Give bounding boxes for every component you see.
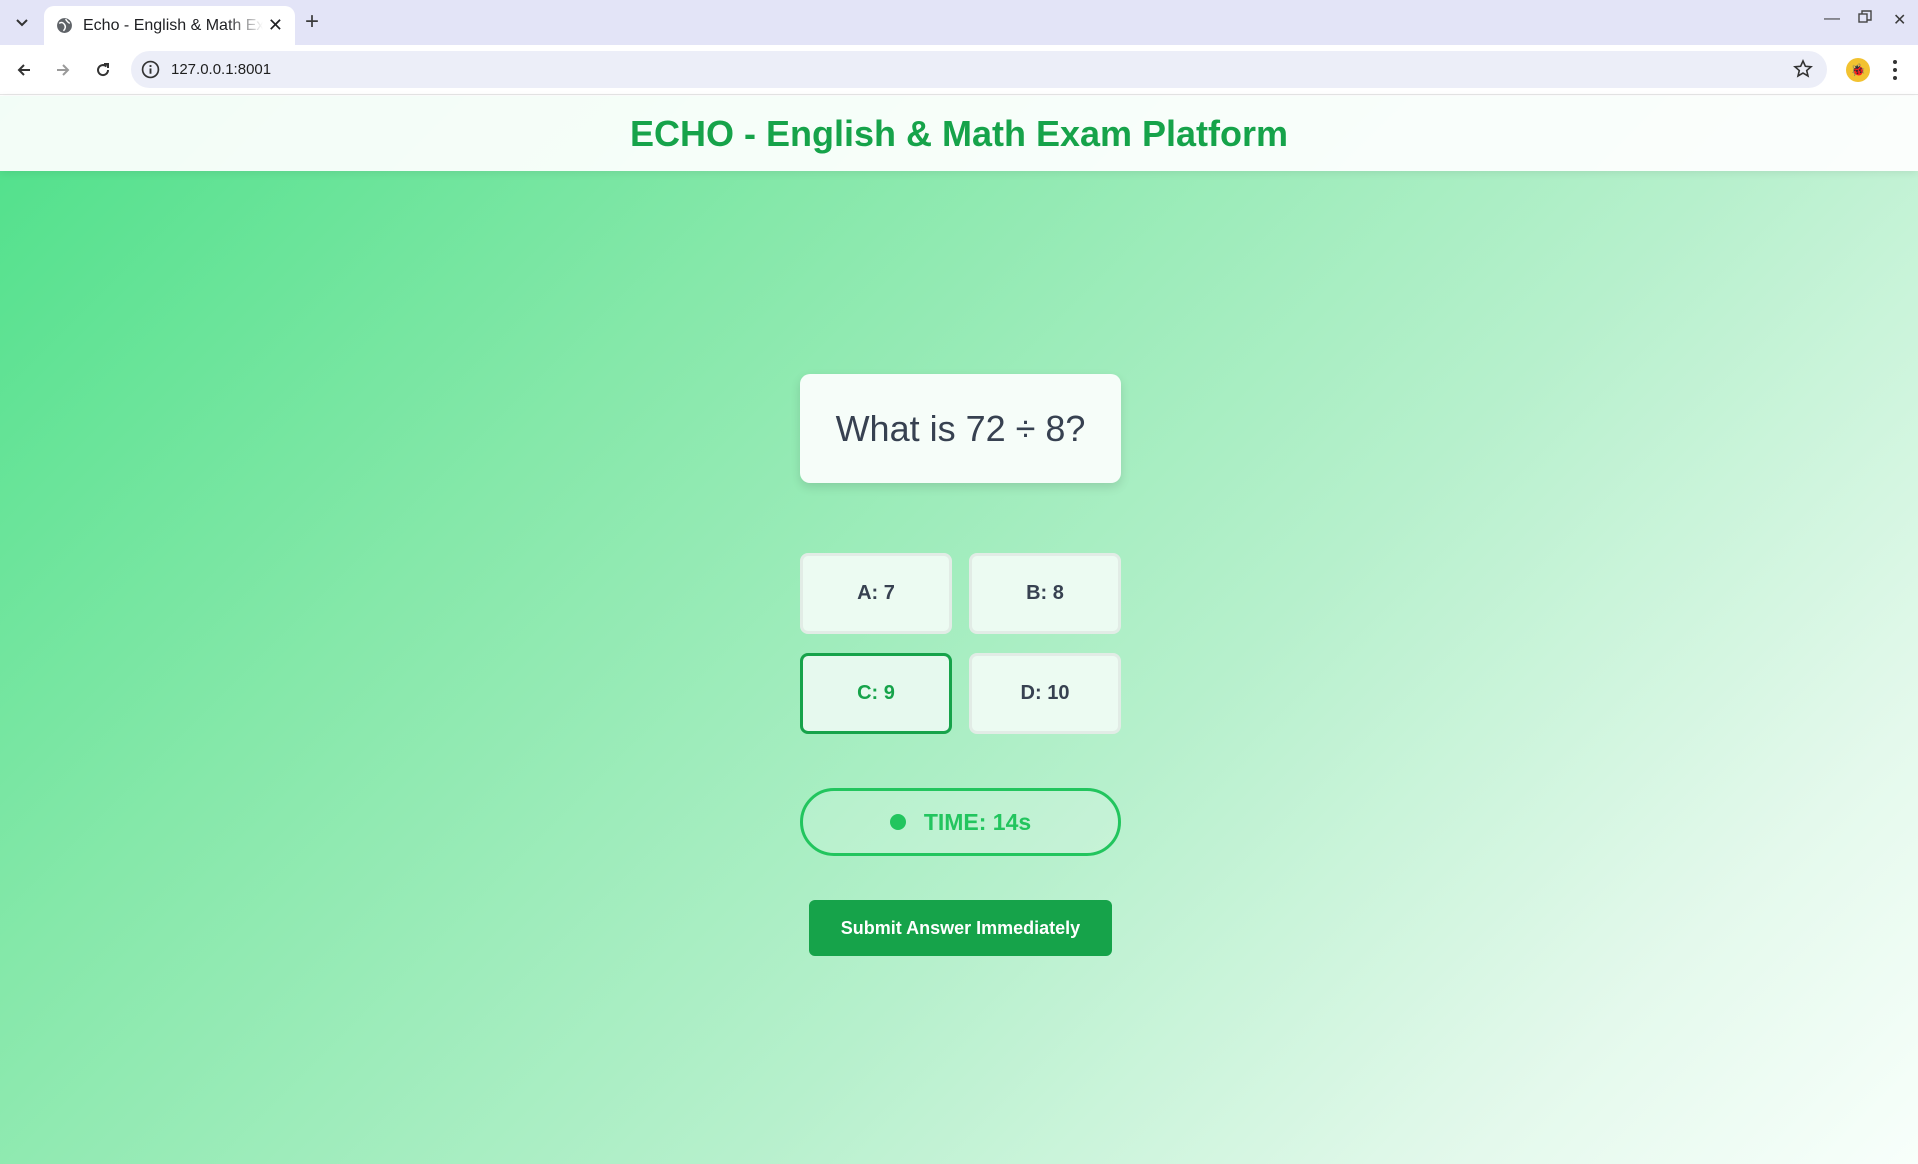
browser-tab[interactable]: Echo - English & Math Exam Platform ✕ bbox=[44, 6, 295, 45]
close-window-icon[interactable]: ✕ bbox=[1893, 10, 1906, 30]
browser-menu-icon[interactable] bbox=[1892, 59, 1898, 81]
page-viewport: ECHO - English & Math Exam Platform What… bbox=[0, 96, 1918, 1164]
back-arrow-icon[interactable] bbox=[11, 57, 37, 83]
question-text: What is 72 ÷ 8? bbox=[835, 407, 1086, 449]
option-b-button[interactable]: B: 8 bbox=[969, 553, 1121, 634]
tab-list-chevron-icon[interactable] bbox=[9, 10, 35, 36]
tab-title: Echo - English & Math Exam Platform bbox=[83, 16, 263, 34]
question-card: What is 72 ÷ 8? bbox=[800, 374, 1121, 483]
tab-close-icon[interactable]: ✕ bbox=[268, 15, 283, 36]
timer-text: TIME: 14s bbox=[923, 808, 1032, 835]
option-d-button[interactable]: D: 10 bbox=[969, 653, 1121, 734]
timer-dot-icon bbox=[889, 814, 906, 830]
reload-icon[interactable] bbox=[90, 57, 116, 83]
url-text: 127.0.0.1:8001 bbox=[171, 61, 272, 78]
option-c-button[interactable]: C: 9 bbox=[800, 653, 952, 734]
submit-answer-button[interactable]: Submit Answer Immediately bbox=[809, 900, 1112, 956]
timer-badge: TIME: 14s bbox=[800, 788, 1121, 856]
app-header: ECHO - English & Math Exam Platform bbox=[0, 96, 1918, 171]
page-title: ECHO - English & Math Exam Platform bbox=[629, 112, 1289, 154]
site-info-icon[interactable] bbox=[141, 60, 160, 79]
globe-icon bbox=[57, 18, 72, 33]
option-a-button[interactable]: A: 7 bbox=[800, 553, 952, 634]
browser-tab-bar: Echo - English & Math Exam Platform ✕ + … bbox=[0, 0, 1918, 45]
bookmark-star-icon[interactable] bbox=[1793, 59, 1813, 79]
address-bar[interactable]: 127.0.0.1:8001 bbox=[131, 51, 1827, 88]
forward-arrow-icon[interactable] bbox=[50, 57, 76, 83]
new-tab-plus-icon[interactable]: + bbox=[305, 8, 319, 36]
browser-toolbar: 127.0.0.1:8001 🐞 bbox=[0, 45, 1918, 95]
extension-icon[interactable]: 🐞 bbox=[1846, 58, 1870, 82]
restore-icon[interactable] bbox=[1858, 10, 1872, 29]
minimize-icon[interactable]: — bbox=[1824, 10, 1840, 28]
